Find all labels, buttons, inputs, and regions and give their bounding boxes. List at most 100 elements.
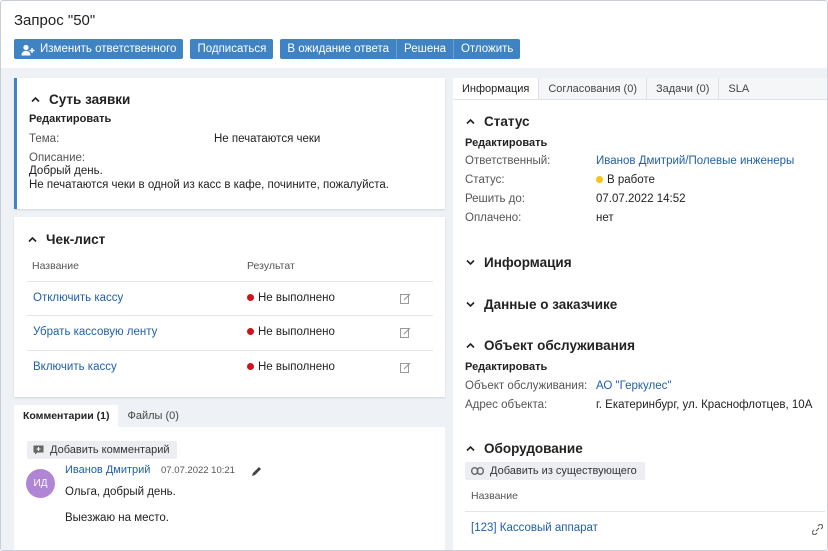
awaiting-reply-button[interactable]: В ожидание ответа (280, 39, 398, 59)
divider (27, 315, 433, 316)
information-header-label: Информация (484, 255, 572, 270)
address-value: г. Екатеринбург, ул. Краснофлотцев, 10А (596, 399, 813, 411)
chevron-up-icon (28, 235, 37, 244)
link-icon (471, 467, 484, 475)
resolved-button[interactable]: Решена (397, 39, 454, 59)
status-header-label: Статус (484, 114, 530, 129)
customer-header-label: Данные о заказчике (484, 297, 618, 312)
add-user-icon (21, 43, 35, 56)
add-existing-label: Добавить из существующего (490, 465, 637, 477)
status-value-text: В работе (607, 174, 655, 186)
add-comment-button[interactable]: Добавить комментарий (27, 441, 178, 459)
toolbar: Изменить ответственного Подписаться В ож… (14, 39, 521, 59)
address-label: Адрес объекта: (465, 399, 548, 411)
checklist-card: Чек-лист Название Результат Отключить ка… (14, 217, 445, 397)
comments-panel: Добавить комментарий ИД Иванов Дмитрий 0… (14, 427, 445, 550)
description-label: Описание: (29, 152, 86, 164)
tab-information[interactable]: Информация (453, 78, 540, 99)
checklist-col-result: Результат (247, 260, 295, 272)
not-done-dot-icon (247, 294, 254, 301)
in-progress-dot-icon (596, 176, 603, 183)
paid-value: нет (596, 212, 614, 224)
app-window: Запрос "50" Изменить ответственного Подп… (0, 0, 828, 551)
object-label: Объект обслуживания: (465, 380, 588, 392)
postpone-button[interactable]: Отложить (453, 39, 521, 59)
change-assignee-label: Изменить ответственного (40, 43, 177, 55)
subscribe-button[interactable]: Подписаться (190, 39, 274, 59)
comment-line-1: Ольга, добрый день. (65, 486, 176, 498)
checklist-item-result-text: Не выполнено (258, 361, 335, 373)
equipment-col-name: Название (471, 490, 518, 502)
tab-sla[interactable]: SLA (719, 78, 758, 99)
tab-files[interactable]: Файлы (0) (118, 405, 187, 427)
comments-tabs: Комментарии (1) Файлы (0) (14, 405, 445, 427)
essence-header-label: Суть заявки (49, 92, 131, 107)
chevron-up-icon (466, 341, 475, 350)
essence-card: Суть заявки Редактировать Тема: Не печат… (14, 78, 445, 209)
tab-tasks[interactable]: Задачи (0) (647, 78, 720, 99)
status-header[interactable]: Статус (466, 114, 530, 129)
customer-header[interactable]: Данные о заказчике (466, 297, 617, 312)
checklist-item-result: Не выполнено (247, 361, 335, 373)
comment-line-2: Выезжаю на место. (65, 512, 169, 524)
checklist-item-result-text: Не выполнено (258, 326, 335, 338)
service-object-edit-link[interactable]: Редактировать (465, 361, 547, 373)
not-done-dot-icon (247, 328, 254, 335)
checklist-col-name: Название (32, 260, 79, 272)
comment-author[interactable]: Иванов Дмитрий (65, 464, 150, 476)
divider (27, 281, 433, 282)
service-object-header[interactable]: Объект обслуживания (466, 338, 635, 353)
pencil-icon[interactable] (251, 465, 263, 477)
checklist-item-result: Не выполнено (247, 292, 335, 304)
divider (27, 350, 433, 351)
unlink-icon[interactable] (812, 524, 823, 535)
description-line-2: Не печатаются чеки в одной из касс в каф… (29, 179, 389, 191)
edit-icon[interactable] (400, 362, 411, 373)
assignee-label: Ответственный: (465, 155, 551, 167)
checklist-item-name[interactable]: Отключить кассу (33, 292, 123, 304)
add-existing-button[interactable]: Добавить из существующего (465, 462, 645, 480)
checklist-item-name[interactable]: Убрать кассовую ленту (33, 326, 157, 338)
chevron-down-icon (466, 258, 475, 267)
not-done-dot-icon (247, 363, 254, 370)
page-title: Запрос "50" (14, 12, 96, 29)
right-tabs: Информация Согласования (0) Задачи (0) S… (453, 78, 827, 100)
service-object-header-label: Объект обслуживания (484, 338, 635, 353)
add-comment-label: Добавить комментарий (50, 444, 170, 456)
essence-edit-link[interactable]: Редактировать (29, 113, 111, 125)
subject-value: Не печатаются чеки (214, 133, 321, 145)
tab-comments[interactable]: Комментарии (1) (14, 405, 119, 427)
chevron-up-icon (466, 444, 475, 453)
paid-label: Оплачено: (465, 212, 522, 224)
avatar: ИД (26, 469, 55, 498)
object-value[interactable]: АО "Геркулес" (596, 380, 672, 392)
comment-icon (33, 445, 44, 455)
chevron-down-icon (466, 300, 475, 309)
edit-icon[interactable] (400, 293, 411, 304)
equipment-item[interactable]: [123] Кассовый аппарат (471, 522, 598, 534)
comment-date: 07.07.2022 10:21 (161, 465, 235, 476)
checklist-header-label: Чек-лист (46, 232, 106, 247)
checklist-item-name[interactable]: Включить кассу (33, 361, 117, 373)
due-value: 07.07.2022 14:52 (596, 193, 686, 205)
status-value: В работе (596, 174, 655, 186)
chevron-up-icon (466, 117, 475, 126)
information-header[interactable]: Информация (466, 255, 572, 270)
due-label: Решить до: (465, 193, 525, 205)
assignee-value[interactable]: Иванов Дмитрий/Полевые инженеры (596, 155, 794, 167)
checklist-header[interactable]: Чек-лист (28, 232, 105, 247)
checklist-item-result-text: Не выполнено (258, 292, 335, 304)
divider (465, 511, 825, 512)
description-line-1: Добрый день. (29, 165, 103, 177)
equipment-header-label: Оборудование (484, 441, 583, 456)
chevron-up-icon (31, 95, 40, 104)
edit-icon[interactable] (400, 327, 411, 338)
change-assignee-button[interactable]: Изменить ответственного (14, 39, 184, 59)
essence-header[interactable]: Суть заявки (31, 92, 130, 107)
status-label: Статус: (465, 174, 505, 186)
status-button-group: В ожидание ответа Решена Отложить (280, 39, 521, 59)
subject-label: Тема: (29, 133, 60, 145)
status-edit-link[interactable]: Редактировать (465, 137, 547, 149)
equipment-header[interactable]: Оборудование (466, 441, 583, 456)
tab-approvals[interactable]: Согласования (0) (539, 78, 647, 99)
